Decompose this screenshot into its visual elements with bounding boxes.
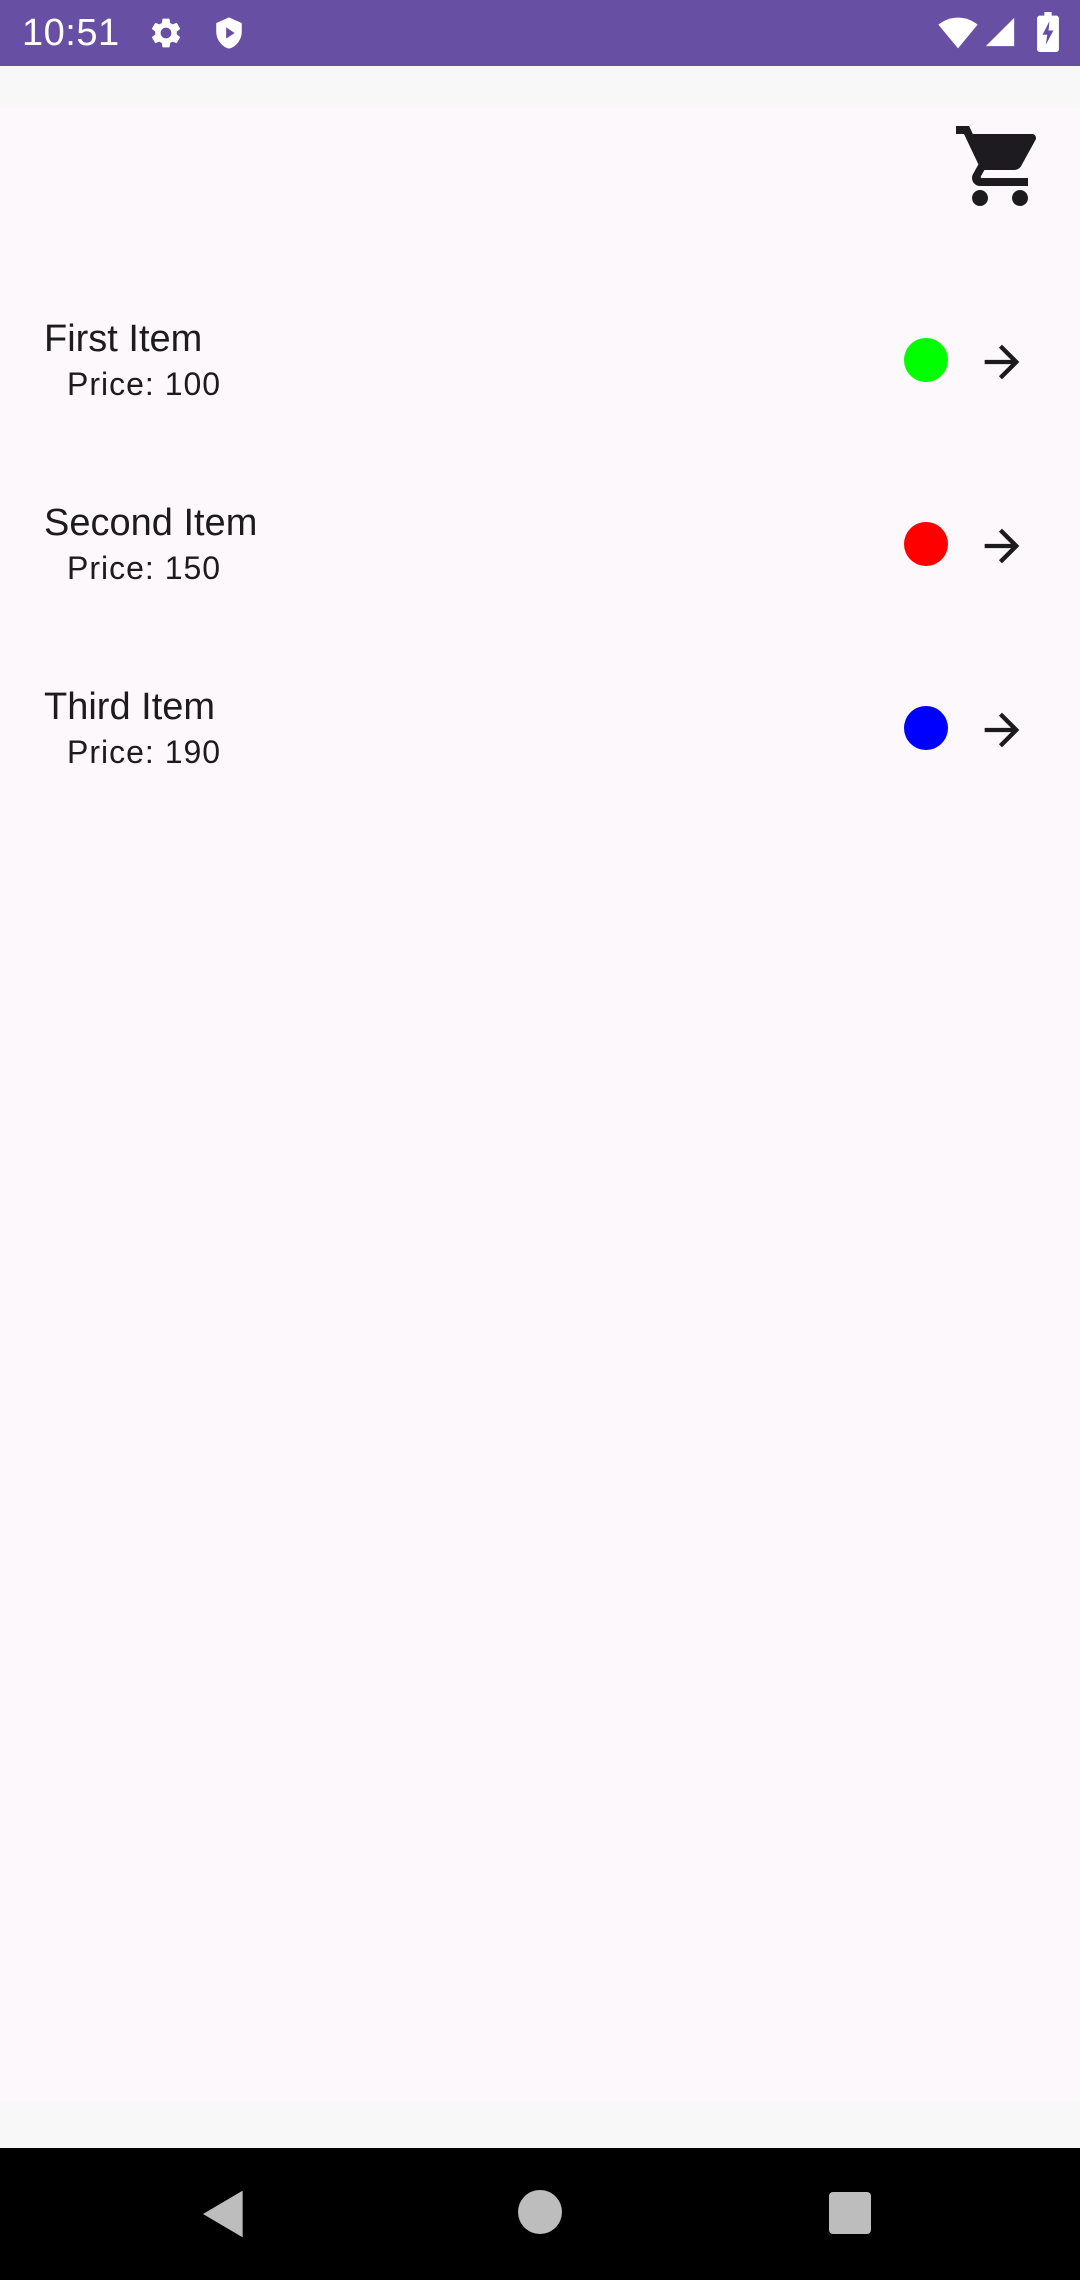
item-name: Second Item: [44, 502, 258, 544]
home-icon[interactable]: [518, 2190, 562, 2234]
list-item[interactable]: Second Item Price: 150: [0, 482, 1080, 612]
recents-icon[interactable]: [829, 2192, 871, 2234]
item-price: Price: 150: [67, 550, 222, 586]
battery-charging-icon: [1037, 12, 1059, 52]
back-icon[interactable]: [196, 2186, 252, 2242]
arrow-forward-icon[interactable]: [976, 704, 1028, 756]
list-item[interactable]: Third Item Price: 190: [0, 666, 1080, 796]
settings-icon: [151, 18, 181, 48]
item-price: Price: 190: [67, 734, 222, 770]
status-time: 10:51: [22, 12, 120, 54]
app-bar-strip: [0, 66, 1080, 108]
arrow-forward-icon[interactable]: [976, 520, 1028, 572]
bottom-strip: [0, 2102, 1080, 2148]
signal-icon: [985, 17, 1015, 47]
status-bar: 10:51: [0, 0, 1080, 66]
arrow-forward-icon[interactable]: [976, 336, 1028, 388]
wifi-icon: [938, 17, 978, 49]
list-item[interactable]: First Item Price: 100: [0, 298, 1080, 428]
shield-icon: [216, 17, 242, 49]
item-price: Price: 100: [67, 366, 222, 402]
item-name: Third Item: [44, 686, 216, 728]
cart-button[interactable]: [952, 118, 1048, 214]
color-indicator: [904, 522, 948, 566]
system-nav-bar: [0, 2148, 1080, 2280]
shopping-cart-icon: [956, 126, 1037, 206]
item-name: First Item: [44, 318, 203, 360]
color-indicator: [904, 338, 948, 382]
color-indicator: [904, 706, 948, 750]
